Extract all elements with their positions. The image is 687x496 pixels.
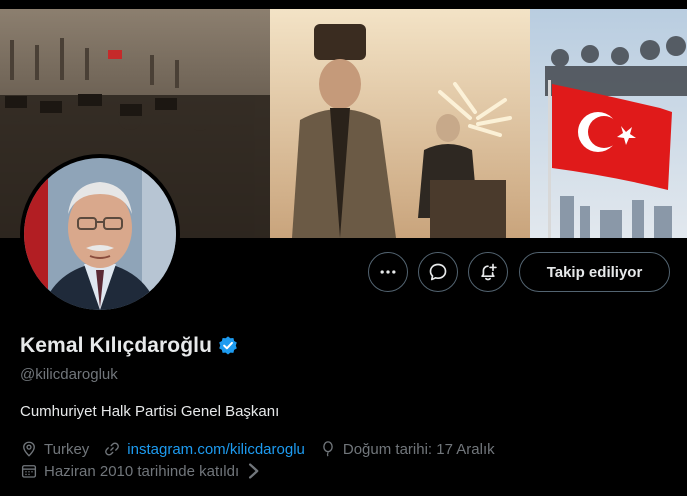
profile-handle: @kilicdarogluk [20,366,118,383]
location-item: Turkey [20,440,89,458]
notification-bell-plus-icon [481,263,497,281]
calendar-icon [21,465,37,478]
website-link[interactable]: instagram.com/kilicdaroglu [127,441,305,458]
birthday-text: Doğum tarihi: 17 Aralık [342,440,495,458]
location-text: Turkey [44,440,90,458]
birthday-item: Doğum tarihi: 17 Aralık [319,440,495,458]
profile-page: Takip ediliyor Kemal Kılıçdaroğlu @kilic… [0,0,687,496]
chevron-right-icon [249,463,259,479]
message-button[interactable] [418,252,458,292]
profile-bio: Cumhuriyet Halk Partisi Genel Başkanı [20,403,280,420]
balloon-icon [323,441,333,457]
notify-button[interactable] [468,252,508,292]
more-horizontal-icon [380,270,396,274]
location-pin-icon [23,441,35,457]
profile-joined-row: Haziran 2010 tarihinde katıldı [20,462,283,480]
verified-badge-icon[interactable] [217,335,239,357]
profile-meta-row: Turkey instagram.com/kilicdaroglu Doğum … [20,440,509,458]
more-button[interactable] [368,252,408,292]
following-button[interactable]: Takip ediliyor [519,252,670,292]
link-icon [105,442,120,456]
display-name: Kemal Kılıçdaroğlu [20,334,213,357]
joined-item[interactable]: Haziran 2010 tarihinde katıldı [20,462,269,480]
display-name-row: Kemal Kılıçdaroğlu [20,334,239,358]
joined-text: Haziran 2010 tarihinde katıldı [44,462,240,480]
profile-actions: Takip ediliyor [0,252,687,292]
message-icon [429,263,447,281]
website-item: instagram.com/kilicdaroglu [103,440,305,458]
